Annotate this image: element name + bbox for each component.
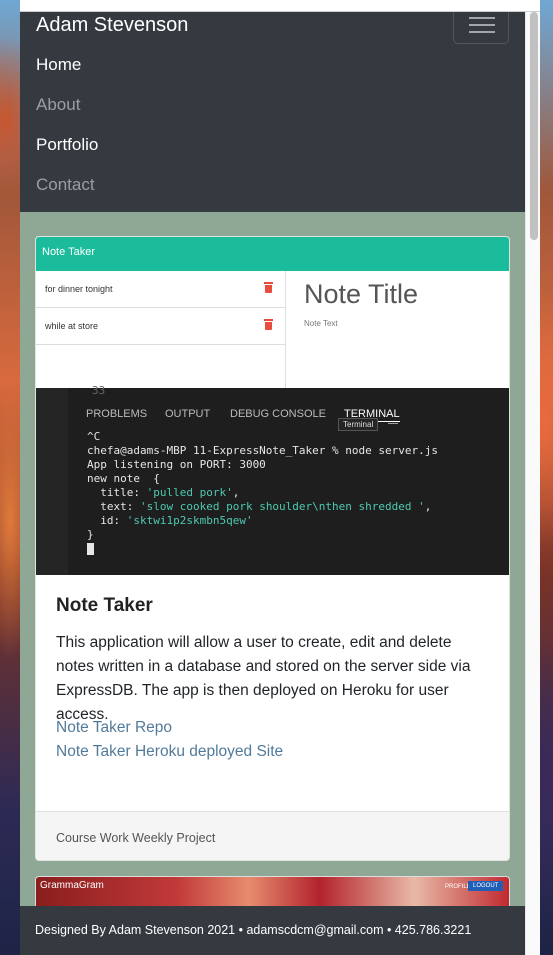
- app-header-label: Note Taker: [42, 246, 95, 258]
- nav-link-about[interactable]: About: [36, 95, 80, 115]
- navbar-toggler-button[interactable]: [453, 12, 509, 44]
- terminal-cursor: [87, 542, 438, 556]
- deployed-site-link[interactable]: Note Taker Heroku deployed Site: [56, 743, 283, 761]
- terminal-tooltip-dash: —: [388, 418, 398, 429]
- footer-text: Designed By Adam Stevenson 2021 • adamsc…: [35, 923, 472, 937]
- tab-output: OUTPUT: [165, 408, 211, 420]
- note-list: for dinner tonight while at store: [36, 271, 286, 388]
- card-description: This application will allow a user to cr…: [56, 634, 471, 723]
- terminal-line: id: 'sktwi1p2skmbn5qew': [87, 514, 253, 527]
- trash-icon: [264, 319, 273, 330]
- project-screenshot-app: Note Taker for dinner tonight while at s…: [36, 237, 509, 388]
- terminal-output: ^C chefa@adams-MBP 11-ExpressNote_Taker %…: [87, 430, 438, 556]
- scrollbar[interactable]: [525, 12, 540, 955]
- page-footer: Designed By Adam Stevenson 2021 • adamsc…: [20, 906, 525, 955]
- note-label: while at store: [45, 321, 99, 331]
- browser-top-edge: [20, 0, 540, 12]
- navbar-brand[interactable]: Adam Stevenson: [36, 14, 188, 37]
- next-card-label: GrammaGram: [40, 880, 104, 891]
- card-body: Note Taker This application will allow a…: [36, 575, 509, 811]
- terminal-line: text: 'slow cooked pork shoulder\nthen s…: [87, 500, 432, 513]
- note-text-placeholder: Note Text: [304, 319, 338, 328]
- terminal-line: App listening on PORT: 3000: [87, 458, 266, 471]
- line-number: 33: [92, 384, 106, 397]
- browser-viewport: Adam Stevenson Home About Portfolio Cont…: [20, 0, 540, 955]
- app-header: Note Taker: [36, 237, 509, 271]
- note-label: for dinner tonight: [45, 284, 113, 294]
- terminal-line: ^C: [87, 430, 101, 443]
- portfolio-content: Note Taker for dinner tonight while at s…: [20, 212, 525, 916]
- trash-icon: [264, 282, 273, 293]
- repo-link[interactable]: Note Taker Repo: [56, 719, 172, 737]
- project-screenshot-terminal: 33 PROBLEMS OUTPUT DEBUG CONSOLE TERMINA…: [36, 384, 509, 575]
- card-footer-text: Course Work Weekly Project: [56, 831, 216, 845]
- project-card: Note Taker for dinner tonight while at s…: [35, 236, 510, 861]
- terminal-line: title: 'pulled pork',: [87, 486, 240, 499]
- navbar: Adam Stevenson Home About Portfolio Cont…: [20, 12, 525, 212]
- terminal-line: chefa@adams-MBP 11-ExpressNote_Taker % n…: [87, 444, 438, 457]
- tab-debug-console: DEBUG CONSOLE: [230, 408, 326, 420]
- note-title-placeholder: Note Title: [304, 279, 419, 309]
- scrollbar-thumb[interactable]: [530, 12, 538, 240]
- list-item: for dinner tonight: [36, 271, 286, 308]
- nav-link-home[interactable]: Home: [36, 55, 81, 75]
- list-item: while at store: [36, 308, 286, 345]
- terminal-line: }: [87, 528, 94, 541]
- editor-gutter: 33: [36, 384, 105, 575]
- terminal-line: new note {: [87, 472, 160, 485]
- next-card-logout: LOGOUT: [468, 881, 504, 891]
- tab-problems: PROBLEMS: [86, 408, 148, 420]
- nav-link-contact[interactable]: Contact: [36, 175, 95, 195]
- card-footer: Course Work Weekly Project: [36, 811, 509, 860]
- card-title: Note Taker: [56, 595, 153, 616]
- nav-link-portfolio[interactable]: Portfolio: [36, 135, 98, 155]
- next-card-profile: PROFILE: [445, 884, 471, 890]
